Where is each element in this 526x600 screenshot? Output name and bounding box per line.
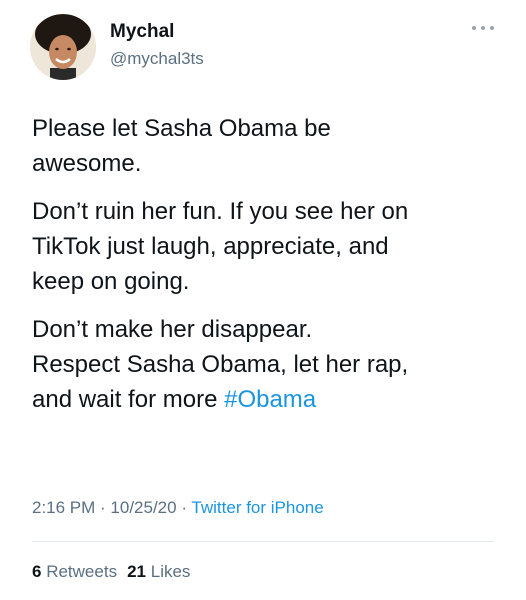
- hashtag-link[interactable]: #Obama: [224, 386, 316, 413]
- tweet-paragraph-3-text: Don’t make her disappear. Respect Sasha …: [32, 316, 409, 413]
- tweet-paragraph-3: Don’t make her disappear. Respect Sasha …: [32, 312, 502, 417]
- profile-photo: [30, 14, 96, 80]
- likes-count: 21: [127, 562, 146, 581]
- tweet-paragraph-1: Please let Sasha Obama be awesome.: [32, 115, 331, 177]
- retweets-count: 6: [32, 562, 42, 581]
- likes-stat[interactable]: 21 Likes: [127, 562, 190, 581]
- likes-label: Likes: [150, 562, 191, 581]
- more-dot: [481, 26, 485, 30]
- tweet-paragraph-2: Don’t ruin her fun. If you see her on Ti…: [32, 198, 409, 295]
- retweets-stat[interactable]: 6 Retweets: [32, 562, 117, 581]
- tweet-stats: 6 Retweets 21 Likes: [32, 561, 190, 583]
- tweet-date[interactable]: 10/25/20: [110, 498, 176, 517]
- tweet-text: Please let Sasha Obama be awesome. Don’t…: [32, 111, 502, 430]
- more-dot: [490, 26, 494, 30]
- more-options-icon[interactable]: [472, 22, 494, 34]
- display-name[interactable]: Mychal: [110, 20, 174, 44]
- tweet-time[interactable]: 2:16 PM: [32, 498, 95, 517]
- retweets-label: Retweets: [46, 562, 118, 581]
- meta-separator: ·: [95, 498, 111, 517]
- more-dot: [472, 26, 476, 30]
- divider: [32, 541, 494, 542]
- tweet-metadata: 2:16 PM · 10/25/20 · Twitter for iPhone: [32, 497, 324, 519]
- avatar[interactable]: [30, 14, 96, 80]
- user-handle[interactable]: @mychal3ts: [110, 48, 204, 70]
- meta-separator: ·: [176, 498, 192, 517]
- tweet-source-link[interactable]: Twitter for iPhone: [191, 498, 323, 517]
